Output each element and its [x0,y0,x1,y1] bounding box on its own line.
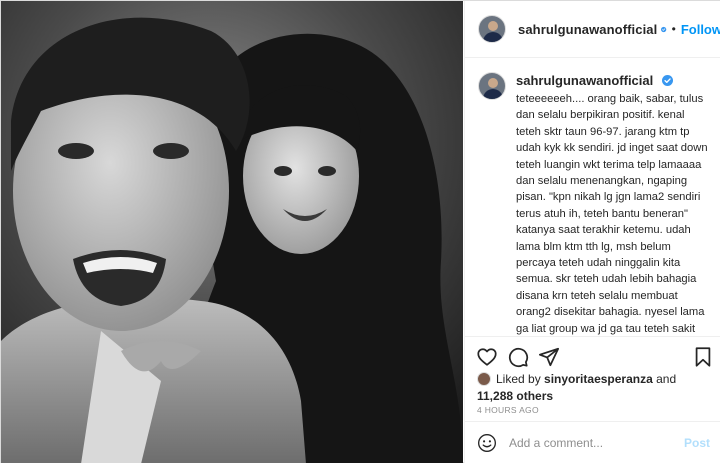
avatar[interactable] [478,15,506,43]
verified-badge-icon [661,26,667,32]
avatar[interactable] [478,72,506,100]
instagram-post: sahrulgunawanofficial • Follow sahrulgun… [0,0,720,463]
post-photo[interactable] [1,1,463,463]
verified-badge-icon [661,75,673,86]
comment-icon[interactable] [507,346,529,368]
header-username[interactable]: sahrulgunawanofficial [518,22,657,37]
caption-row: sahrulgunawanofficial teteeeeeeh.... ora… [478,72,708,336]
photo-illustration [1,1,463,463]
heart-icon[interactable] [476,346,498,368]
liker-avatar[interactable] [477,372,491,386]
caption-text: teteeeeeeh.... orang baik, sabar, tulus … [516,93,708,335]
post-timestamp[interactable]: 4 HOURS AGO [477,405,539,415]
separator-dot: • [671,22,676,36]
action-bar [465,336,720,376]
caption-body: sahrulgunawanofficial teteeeeeeh.... ora… [516,72,708,336]
emoji-icon[interactable] [477,433,497,453]
post-header: sahrulgunawanofficial • Follow [465,1,720,58]
comment-box: Post [465,421,720,463]
bookmark-icon[interactable] [692,346,714,368]
follow-button[interactable]: Follow [681,22,720,37]
post-comment-button[interactable]: Post [684,436,710,450]
share-icon[interactable] [538,346,560,368]
liker-username[interactable]: sinyoritaesperanza [544,372,653,386]
likes-summary: Liked by sinyoritaesperanza and 11,288 o… [477,371,715,405]
caption-username[interactable]: sahrulgunawanofficial [516,73,653,88]
likes-prefix: Liked by [496,372,541,386]
comment-input[interactable] [509,436,684,450]
post-side-panel: sahrulgunawanofficial • Follow sahrulgun… [464,1,720,463]
likes-conjunction: and [656,372,677,386]
likes-count[interactable]: 11,288 others [477,389,553,403]
caption-area[interactable]: sahrulgunawanofficial teteeeeeeh.... ora… [465,58,720,336]
